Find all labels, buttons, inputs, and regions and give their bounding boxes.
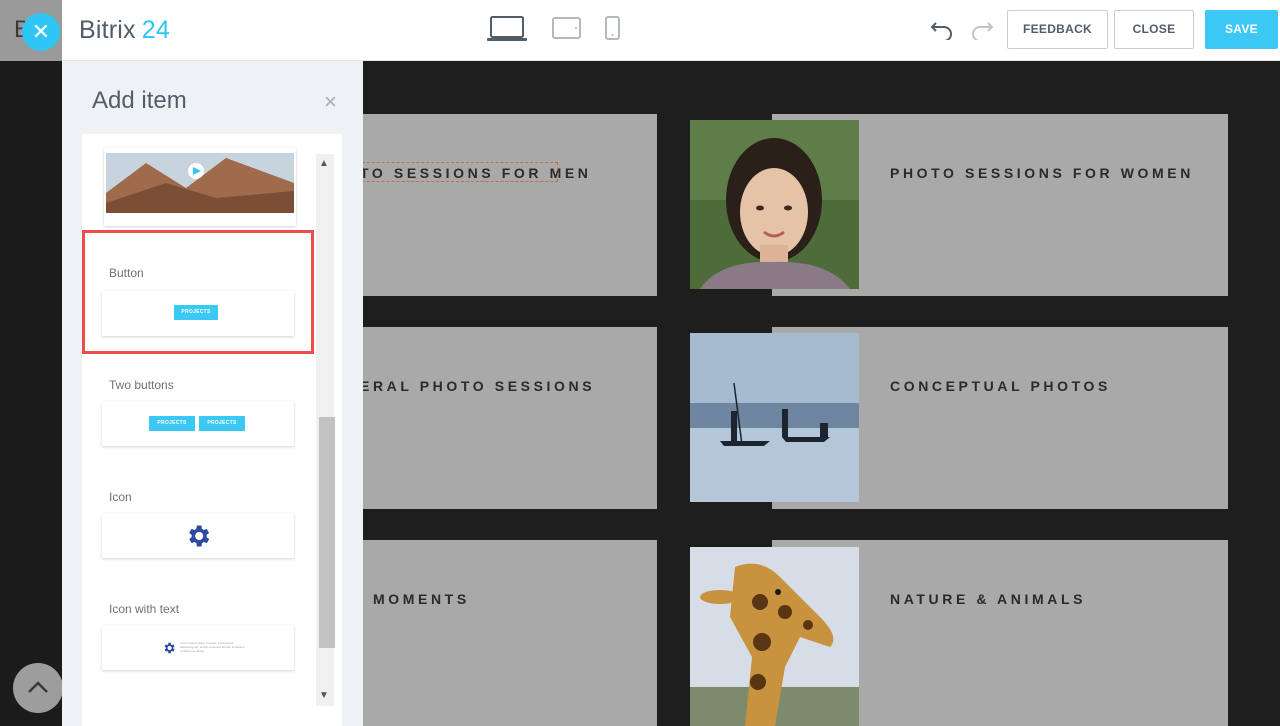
scroll-down-arrow[interactable]: ▼	[319, 690, 329, 701]
list-item-icon-with-text[interactable]: Icon with text Lorem ipsum dolor sit ame…	[82, 588, 314, 698]
block-list: Button PROJECTS Two buttons PROJECTS PRO…	[82, 134, 342, 726]
tablet-view-button[interactable]	[552, 17, 582, 41]
gear-icon	[189, 525, 210, 547]
fishermen-lake-image	[690, 333, 859, 502]
item-label: Icon	[109, 490, 132, 504]
undo-icon	[930, 22, 952, 42]
item-label: Icon with text	[109, 602, 180, 616]
chevron-up-icon	[28, 681, 48, 693]
redo-button[interactable]	[970, 18, 994, 45]
woman-portrait-image	[690, 120, 859, 289]
item-label: Two buttons	[109, 378, 174, 392]
preview-text: Lorem ipsum dolor sit amet, consectetur …	[180, 641, 245, 653]
list-item-video[interactable]	[82, 134, 314, 226]
brand-name: Bitrix	[79, 16, 136, 44]
mobile-view-button[interactable]	[605, 16, 621, 42]
card-title: NATURE & ANIMALS	[890, 591, 1087, 607]
list-item-icon[interactable]: Icon	[82, 476, 314, 586]
save-button[interactable]: SAVE	[1205, 10, 1278, 49]
tablet-icon	[552, 17, 581, 39]
close-button[interactable]: CLOSE	[1114, 10, 1194, 49]
two-buttons-thumbnail: PROJECTS PROJECTS	[102, 401, 294, 446]
card-title: ERAL PHOTO SESSIONS	[360, 378, 596, 394]
list-item-two-buttons[interactable]: Two buttons PROJECTS PROJECTS	[82, 364, 314, 474]
mobile-icon	[605, 16, 620, 40]
undo-button[interactable]	[930, 18, 954, 45]
brand-logo: Bitrix 24	[79, 16, 170, 45]
giraffe-image	[690, 547, 859, 726]
panel-title: Add item	[92, 87, 187, 114]
laptop-icon	[487, 16, 527, 41]
highlight-box	[82, 230, 314, 354]
scroll-top-button[interactable]	[13, 663, 63, 713]
scrollbar-thumb[interactable]	[319, 417, 335, 648]
close-editor-button[interactable]: ✕	[22, 13, 60, 51]
close-icon: ×	[324, 89, 337, 114]
scroll-up-arrow[interactable]: ▲	[319, 158, 329, 169]
redo-icon	[972, 22, 994, 42]
panel-close-button[interactable]: ×	[324, 89, 337, 115]
card-title: CONCEPTUAL PHOTOS	[890, 378, 1111, 394]
icon-thumbnail	[102, 513, 294, 558]
preview-button: PROJECTS	[149, 416, 195, 431]
feedback-button[interactable]: FEEDBACK	[1007, 10, 1108, 49]
icon-with-text-thumbnail: Lorem ipsum dolor sit amet, consectetur …	[102, 625, 294, 670]
card-title: MOMENTS	[373, 591, 470, 607]
gear-icon	[164, 642, 175, 654]
close-icon: ✕	[31, 19, 51, 44]
brand-number: 24	[141, 16, 170, 44]
desktop-view-button[interactable]	[487, 14, 527, 44]
selected-element-outline	[352, 162, 558, 182]
card-title: PHOTO SESSIONS FOR WOMEN	[890, 165, 1194, 181]
video-thumbnail	[104, 148, 296, 226]
top-bar: B ✕ Bitrix24 FEEDBACK	[0, 0, 1280, 61]
add-item-panel: Add item × Button PROJECTS Two buttons P…	[62, 61, 363, 726]
preview-button: PROJECTS	[199, 416, 245, 431]
